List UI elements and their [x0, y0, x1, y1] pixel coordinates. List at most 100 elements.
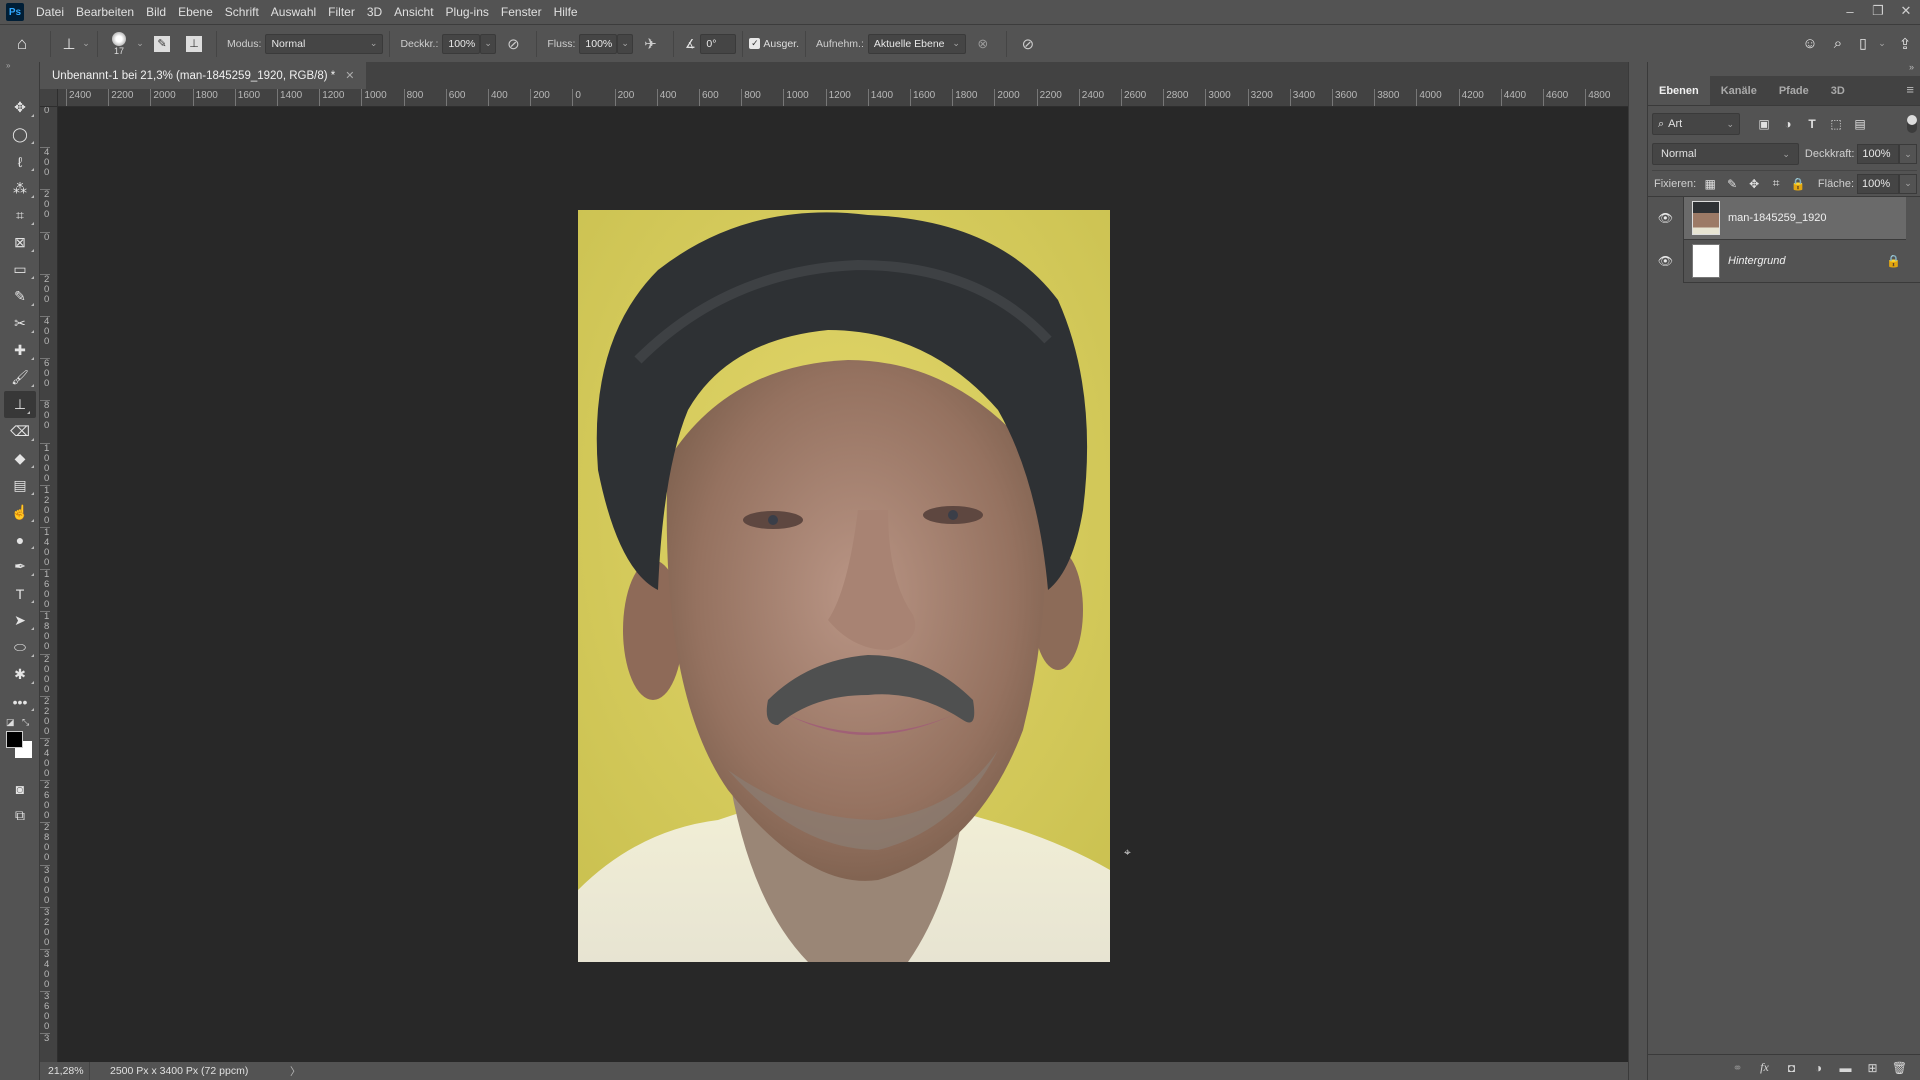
panel-menu-icon[interactable]: ≡: [1906, 82, 1914, 97]
layer-row-background[interactable]: 👁 Hintergrund 🔒: [1648, 239, 1920, 283]
menu-3d[interactable]: 3D: [361, 0, 388, 24]
paint-bucket-tool[interactable]: ◆: [0, 445, 40, 472]
zoom-level[interactable]: 21,28%: [40, 1062, 90, 1080]
layer-name[interactable]: man-1845259_1920: [1728, 212, 1826, 224]
layer-opacity-input[interactable]: 100%: [1857, 144, 1900, 164]
layer-blend-mode-select[interactable]: Normal ⌄: [1652, 143, 1799, 165]
lock-transparent-pixels-icon[interactable]: ▦: [1699, 177, 1721, 191]
visibility-toggle[interactable]: 👁: [1648, 239, 1684, 283]
marquee-tool[interactable]: ◯: [0, 121, 40, 148]
magic-wand-tool[interactable]: ⁂: [0, 175, 40, 202]
sample-select[interactable]: Aktuelle Ebene ⌄: [867, 33, 966, 54]
flow-dropdown[interactable]: ⌄: [617, 33, 634, 54]
ruler-tool[interactable]: ▭: [0, 256, 40, 283]
lock-position-icon[interactable]: ✥: [1743, 177, 1765, 191]
document-image[interactable]: [578, 210, 1110, 962]
ellipse-tool[interactable]: ⬭: [0, 634, 40, 661]
foreground-color-swatch[interactable]: [6, 731, 23, 748]
search-icon[interactable]: ⌕: [1824, 35, 1852, 52]
fill-input[interactable]: 100%: [1857, 173, 1899, 194]
path-selection-tool[interactable]: ➤: [0, 607, 40, 634]
type-tool[interactable]: T: [0, 580, 40, 607]
delete-layer-icon[interactable]: 🗑: [1886, 1061, 1913, 1075]
close-tab-icon[interactable]: ✕: [345, 69, 354, 82]
menu-bearbeiten[interactable]: Bearbeiten: [70, 0, 140, 24]
move-tool[interactable]: ✥: [0, 94, 40, 121]
blend-mode-select[interactable]: Normal ⌄: [265, 33, 384, 54]
chevron-down-icon[interactable]: ⌄: [81, 38, 91, 49]
clone-stamp-preset-icon[interactable]: ⊥: [57, 35, 81, 53]
default-colors-icon[interactable]: ◪: [6, 717, 15, 728]
dodge-tool[interactable]: ●: [0, 526, 40, 553]
swap-colors-icon[interactable]: ⤡: [22, 717, 29, 728]
ruler-origin[interactable]: [40, 89, 58, 107]
pixel-layer-filter-icon[interactable]: ▣: [1752, 117, 1776, 131]
chevron-down-icon[interactable]: ⌄: [134, 38, 146, 49]
lock-all-icon[interactable]: 🔒: [1787, 177, 1809, 191]
menu-ebene[interactable]: Ebene: [172, 0, 219, 24]
pressure-size-icon[interactable]: ⊘: [1013, 35, 1043, 53]
aligned-checkbox[interactable]: ✓ Ausger.: [749, 38, 799, 50]
workspace-icon[interactable]: ▯: [1852, 35, 1874, 52]
gradient-tool[interactable]: ▤: [0, 472, 40, 499]
menu-hilfe[interactable]: Hilfe: [548, 0, 584, 24]
frame-tool[interactable]: ⊠: [0, 229, 40, 256]
flow-input[interactable]: 100%: [579, 33, 618, 54]
menu-filter[interactable]: Filter: [322, 0, 361, 24]
menu-schrift[interactable]: Schrift: [219, 0, 265, 24]
tab-kan-le[interactable]: Kanäle: [1710, 76, 1768, 105]
lock-icon[interactable]: 🔒: [1886, 254, 1901, 268]
new-group-icon[interactable]: ▬: [1832, 1061, 1859, 1075]
smart-object-filter-icon[interactable]: ▤: [1848, 117, 1872, 131]
horizontal-ruler[interactable]: 2400 2200 2000 1800 1600 1400 1200 1000 800 600 40…: [58, 89, 1628, 107]
layer-name[interactable]: Hintergrund: [1728, 255, 1785, 267]
pen-tool[interactable]: ✒: [0, 553, 40, 580]
filter-toggle[interactable]: [1907, 115, 1917, 133]
menu-plug-ins[interactable]: Plug-ins: [440, 0, 495, 24]
tab-3d[interactable]: 3D: [1820, 76, 1856, 105]
chevron-down-icon[interactable]: ⌄: [1874, 38, 1890, 49]
menu-datei[interactable]: Datei: [30, 0, 70, 24]
brush-settings-panel-icon[interactable]: ✎: [146, 35, 178, 52]
menu-ansicht[interactable]: Ansicht: [388, 0, 439, 24]
screen-mode-button[interactable]: ⧉: [0, 802, 40, 829]
restore-button[interactable]: ❐: [1864, 0, 1892, 22]
shape-layer-filter-icon[interactable]: ⬚: [1824, 117, 1848, 131]
lock-artboard-icon[interactable]: ⌗: [1765, 176, 1787, 191]
airbrush-icon[interactable]: ✈: [633, 35, 667, 53]
new-layer-icon[interactable]: ⊞: [1859, 1061, 1886, 1075]
document-tab[interactable]: Unbenannt-1 bei 21,3% (man-1845259_1920,…: [40, 62, 367, 89]
brush-tool[interactable]: 🖌: [0, 364, 40, 391]
tab-pfade[interactable]: Pfade: [1768, 76, 1820, 105]
layer-filter-select[interactable]: ⌕ Art ⌄: [1652, 113, 1740, 135]
menu-auswahl[interactable]: Auswahl: [265, 0, 322, 24]
learn-icon[interactable]: ☺: [1796, 35, 1824, 52]
collapse-toolbox-icon[interactable]: »: [0, 62, 39, 70]
ignore-adjustment-layers-icon[interactable]: ⊗: [966, 36, 1000, 52]
clone-stamp-tool[interactable]: ⊥: [4, 391, 36, 418]
lasso-tool[interactable]: ℓ: [0, 148, 40, 175]
healing-brush-tool[interactable]: ✚: [0, 337, 40, 364]
layer-style-icon[interactable]: fx: [1751, 1060, 1778, 1075]
brush-preset-picker[interactable]: 17: [104, 27, 134, 61]
vertical-ruler[interactable]: 0 400 200 0 200 400 600 800 1000 1200 1400 1600 1800…: [40, 107, 58, 1062]
menu-bild[interactable]: Bild: [140, 0, 172, 24]
patch-tool[interactable]: ✂: [0, 310, 40, 337]
close-button[interactable]: ✕: [1892, 0, 1920, 22]
menu-fenster[interactable]: Fenster: [495, 0, 548, 24]
opacity-dropdown[interactable]: ⌄: [480, 33, 497, 54]
adjustment-layer-filter-icon[interactable]: ◑: [1776, 117, 1800, 131]
visibility-toggle[interactable]: 👁: [1648, 196, 1684, 240]
clone-source-panel-icon[interactable]: ⊥: [178, 35, 210, 52]
quick-mask-button[interactable]: ◙: [0, 775, 40, 802]
link-layers-icon[interactable]: ⚭: [1724, 1061, 1751, 1075]
type-layer-filter-icon[interactable]: T: [1800, 117, 1824, 131]
layer-row-man[interactable]: 👁 man-1845259_1920: [1648, 196, 1906, 240]
eraser-tool[interactable]: ⌫: [0, 418, 40, 445]
new-adjustment-layer-icon[interactable]: ◑: [1805, 1061, 1832, 1075]
opacity-input[interactable]: 100%: [442, 33, 481, 54]
share-icon[interactable]: ⇪: [1890, 35, 1920, 53]
eyedropper-tool[interactable]: ✎: [0, 283, 40, 310]
custom-shape-tool[interactable]: ✱: [0, 661, 40, 688]
home-icon[interactable]: ⌂: [0, 34, 44, 54]
